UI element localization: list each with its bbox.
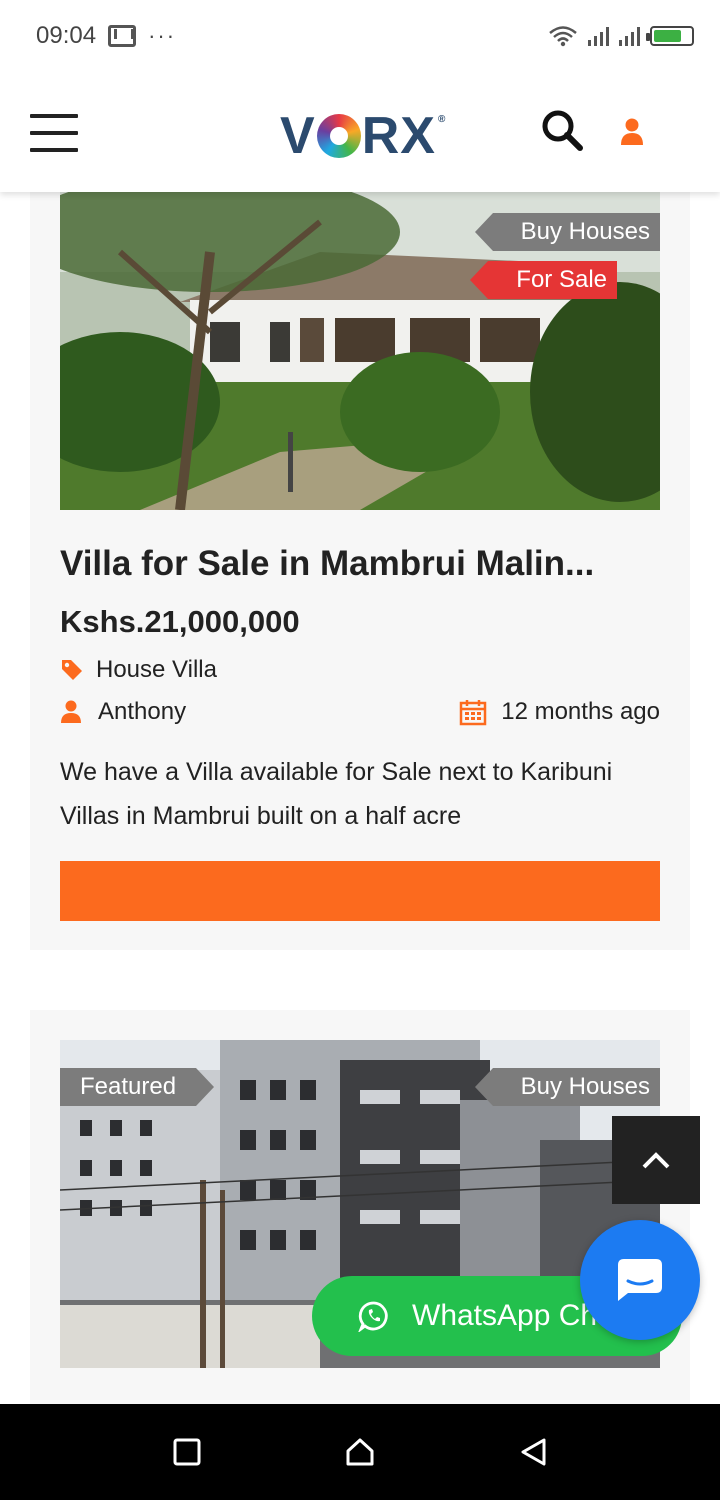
recents-button[interactable] <box>167 1432 207 1472</box>
tag-buy-houses[interactable]: Buy Houses <box>474 213 660 251</box>
logo-registered: ® <box>437 114 447 125</box>
tag-icon <box>62 660 82 680</box>
site-logo[interactable]: V RX ® <box>280 107 447 165</box>
wifi-icon <box>549 26 577 47</box>
listing-category[interactable]: House Villa <box>96 656 217 684</box>
listing-agent[interactable]: Anthony <box>98 698 186 726</box>
listing-date: 12 months ago <box>459 698 660 726</box>
user-icon <box>61 700 81 723</box>
hamburger-icon[interactable] <box>30 114 78 152</box>
listing-price: Kshs.21,000,000 <box>60 604 300 639</box>
site-header: V RX ® <box>0 72 720 192</box>
signal-icon <box>588 26 609 46</box>
chat-bubble-icon <box>618 1259 662 1301</box>
listing-card[interactable]: Buy Houses For Sale Villa for Sale in Ma… <box>30 192 690 950</box>
back-button[interactable] <box>513 1432 553 1472</box>
home-icon <box>346 1438 374 1466</box>
logo-ring-icon <box>316 114 361 158</box>
battery-icon <box>646 26 694 46</box>
view-listing-button[interactable] <box>60 861 660 921</box>
listing-posted: 12 months ago <box>501 698 660 725</box>
home-button[interactable] <box>340 1432 380 1472</box>
listing-description: We have a Villa available for Sale next … <box>60 758 613 830</box>
whatsapp-icon <box>358 1301 388 1332</box>
mail-icon <box>108 25 137 47</box>
signal-icon-2 <box>619 26 640 46</box>
calendar-icon <box>459 700 487 726</box>
listing-photo[interactable]: Buy Houses For Sale <box>60 192 660 510</box>
live-chat-button[interactable] <box>580 1220 700 1340</box>
whatsapp-label: WhatsApp Ch <box>412 1299 598 1332</box>
listing-agent-row: Anthony 12 months ago <box>60 698 660 726</box>
listings-feed: Buy Houses For Sale Villa for Sale in Ma… <box>0 192 720 1404</box>
square-icon <box>173 1438 201 1466</box>
back-triangle-icon <box>521 1438 546 1466</box>
search-icon[interactable] <box>540 108 584 152</box>
status-icons <box>548 25 694 47</box>
status-bar: 09:04 ··· <box>0 0 720 72</box>
tag-buy-houses[interactable]: Buy Houses <box>474 1068 660 1106</box>
scroll-to-top-button[interactable] <box>612 1116 700 1204</box>
status-time: 09:04 <box>36 22 97 49</box>
tag-featured[interactable]: Featured <box>60 1068 215 1106</box>
system-nav-bar <box>0 1404 720 1500</box>
user-icon[interactable] <box>620 118 644 146</box>
more-notifications-icon: ··· <box>148 23 177 48</box>
logo-text-left: V <box>280 107 316 165</box>
listing-title[interactable]: Villa for Sale in Mambrui Malin... <box>60 544 660 584</box>
chevron-up-icon <box>642 1152 670 1169</box>
screen: 09:04 ··· V RX ® Buy Houses For Sale Vil… <box>0 0 720 1500</box>
tag-for-sale[interactable]: For Sale <box>470 261 617 299</box>
listing-category-row: House Villa <box>60 656 660 684</box>
logo-text-right: RX <box>361 107 436 165</box>
